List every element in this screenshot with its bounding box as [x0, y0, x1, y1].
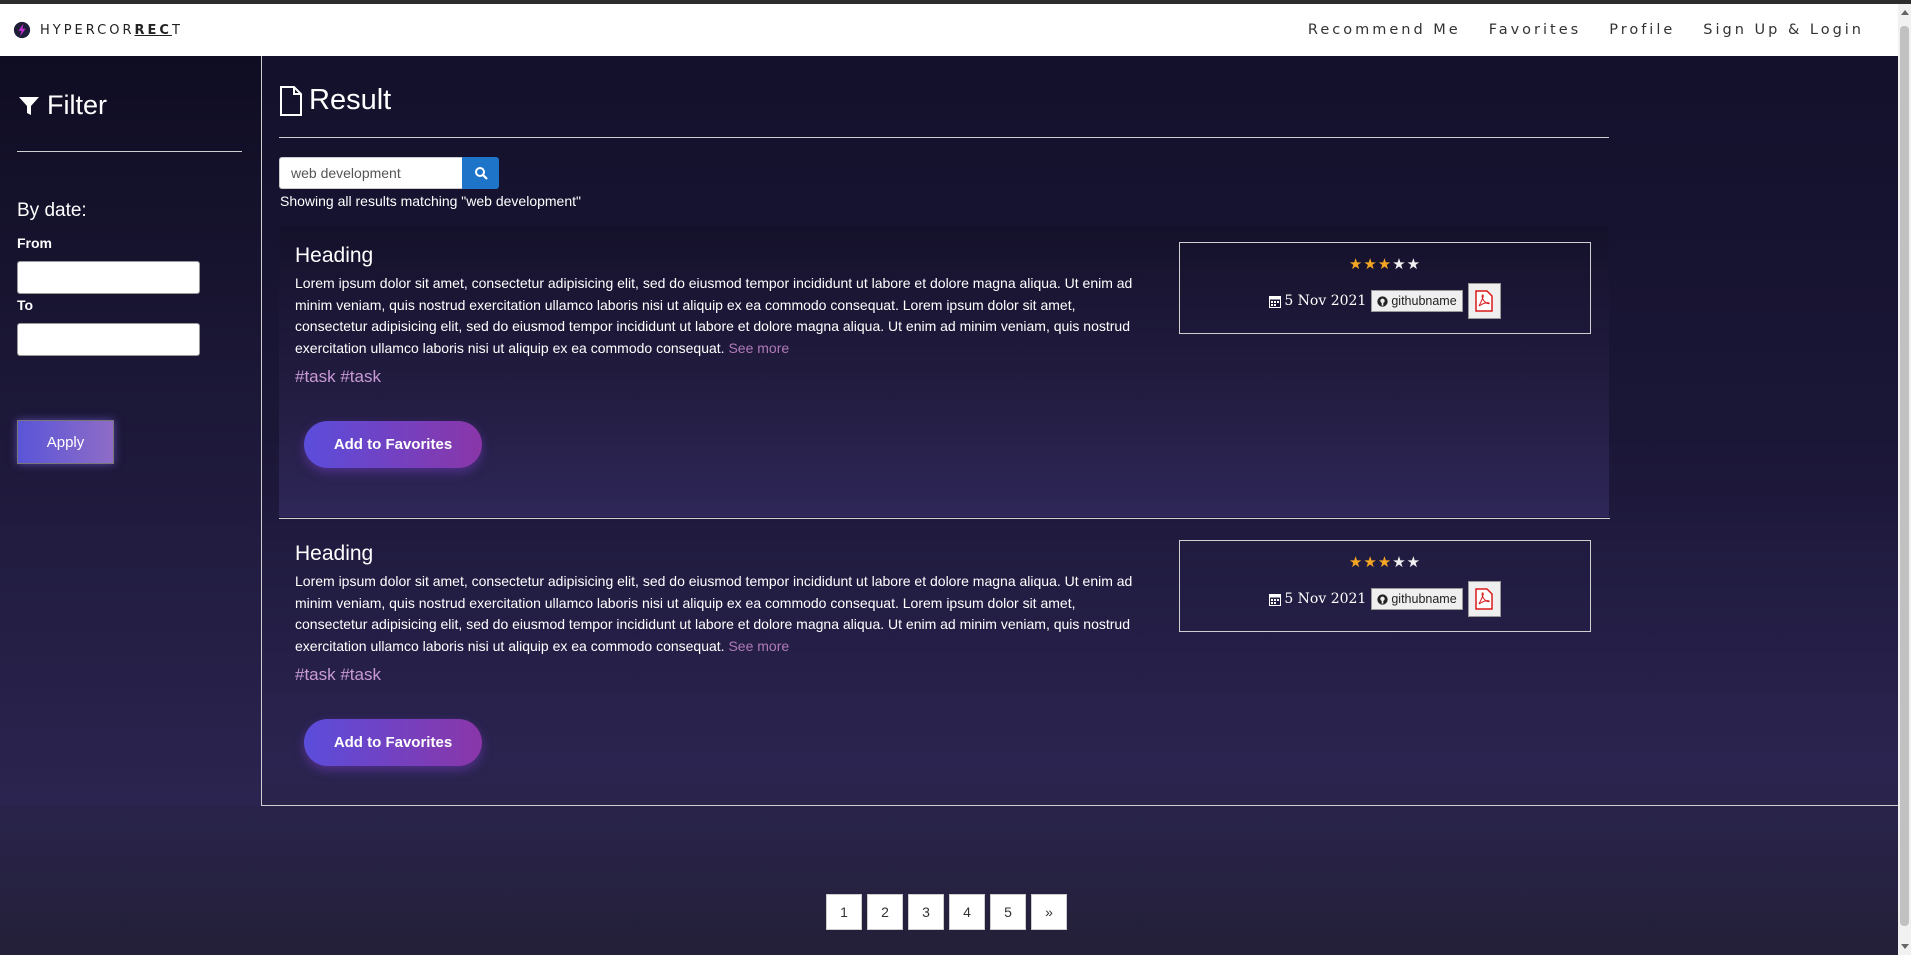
card-divider — [279, 518, 1610, 519]
result-card: Heading Lorem ipsum dolor sit amet, cons… — [279, 226, 1609, 517]
star-empty-icon: ★ — [1392, 256, 1407, 273]
nav-favorites[interactable]: Favorites — [1489, 22, 1582, 38]
filter-title: Filter — [17, 90, 107, 121]
scroll-up-arrow-icon[interactable] — [1901, 10, 1909, 15]
card-heading: Heading — [295, 542, 374, 565]
result-title-text: Result — [309, 84, 392, 116]
apply-button[interactable]: Apply — [17, 420, 114, 464]
see-more-link[interactable]: See more — [728, 638, 789, 654]
filter-icon — [19, 96, 39, 115]
scrollbar-thumb[interactable] — [1900, 26, 1909, 926]
meta-row: 5 Nov 2021 githubname — [1180, 283, 1590, 319]
card-tags[interactable]: #task #task — [295, 367, 381, 387]
nav-recommend-me[interactable]: Recommend Me — [1308, 22, 1461, 38]
star-empty-icon: ★ — [1406, 554, 1422, 571]
search-button[interactable] — [462, 157, 499, 189]
card-date: 5 Nov 2021 — [1269, 591, 1366, 607]
from-label: From — [17, 235, 52, 251]
search-icon — [474, 167, 488, 180]
calendar-icon — [1269, 593, 1282, 606]
filter-title-text: Filter — [47, 90, 107, 120]
star-filled-icon: ★ — [1377, 554, 1393, 571]
scroll-down-arrow-icon[interactable] — [1901, 944, 1909, 949]
result-divider — [279, 137, 1609, 138]
pdf-button[interactable] — [1467, 283, 1501, 319]
card-body-text: Lorem ipsum dolor sit amet, consectetur … — [295, 573, 1133, 654]
next-page-button[interactable]: » — [1031, 894, 1067, 930]
github-icon — [1377, 593, 1388, 605]
to-date-input[interactable] — [17, 323, 200, 356]
search-box: web development — [279, 157, 499, 189]
github-icon — [1377, 295, 1388, 307]
results-panel: Result web development Showing all resul… — [262, 56, 1898, 806]
add-to-favorites-button[interactable]: Add to Favorites — [304, 719, 482, 766]
card-description: Lorem ipsum dolor sit amet, consectetur … — [295, 571, 1151, 657]
star-empty-icon: ★ — [1392, 554, 1407, 571]
from-date-input[interactable] — [17, 261, 200, 294]
calendar-icon — [1269, 295, 1282, 308]
card-heading: Heading — [295, 244, 374, 267]
meta-row: 5 Nov 2021 githubname — [1180, 581, 1590, 617]
star-filled-icon: ★ — [1363, 256, 1378, 273]
github-button[interactable]: githubname — [1371, 290, 1463, 312]
navbar: HYPERCORRECT Recommend Me Favorites Prof… — [0, 4, 1898, 56]
brand-name: HYPERCORRECT — [40, 22, 183, 38]
star-filled-icon: ★ — [1363, 554, 1378, 571]
star-empty-icon: ★ — [1406, 256, 1422, 273]
brand[interactable]: HYPERCORRECT — [13, 21, 183, 39]
github-name: githubname — [1391, 294, 1457, 308]
page-scrollbar[interactable] — [1898, 4, 1911, 955]
card-date-text: 5 Nov 2021 — [1284, 293, 1367, 309]
by-date-heading: By date: — [17, 200, 87, 221]
results-summary: Showing all results matching "web develo… — [280, 193, 581, 209]
page-5-button[interactable]: 5 — [990, 894, 1026, 930]
github-button[interactable]: githubname — [1371, 588, 1463, 610]
add-to-favorites-button[interactable]: Add to Favorites — [304, 421, 482, 468]
page-4-button[interactable]: 4 — [949, 894, 985, 930]
result-title: Result — [279, 84, 391, 117]
nav-sign-up-login[interactable]: Sign Up & Login — [1703, 22, 1864, 38]
pdf-icon — [1475, 588, 1493, 610]
rating-stars: ★★★★★ — [1180, 255, 1590, 273]
search-input[interactable]: web development — [279, 157, 462, 189]
rating-stars: ★★★★★ — [1180, 553, 1590, 571]
lightning-circle-icon — [13, 21, 31, 39]
sidebar-divider — [17, 151, 242, 152]
pdf-button[interactable] — [1467, 581, 1501, 617]
page-1-button[interactable]: 1 — [826, 894, 862, 930]
result-card: Heading Lorem ipsum dolor sit amet, cons… — [279, 524, 1609, 815]
star-filled-icon: ★ — [1348, 256, 1364, 273]
card-body-text: Lorem ipsum dolor sit amet, consectetur … — [295, 275, 1133, 356]
nav-links: Recommend Me Favorites Profile Sign Up &… — [1280, 22, 1864, 38]
to-label: To — [17, 297, 34, 313]
card-date-text: 5 Nov 2021 — [1284, 591, 1367, 607]
pdf-icon — [1475, 290, 1493, 312]
nav-profile[interactable]: Profile — [1609, 22, 1675, 38]
star-filled-icon: ★ — [1348, 554, 1364, 571]
github-name: githubname — [1391, 592, 1457, 606]
card-meta-box: ★★★★★ 5 Nov 2021 githubname — [1179, 540, 1591, 632]
page-2-button[interactable]: 2 — [867, 894, 903, 930]
page-3-button[interactable]: 3 — [908, 894, 944, 930]
see-more-link[interactable]: See more — [728, 340, 789, 356]
card-meta-box: ★★★★★ 5 Nov 2021 githubname — [1179, 242, 1591, 334]
pagination: 1 2 3 4 5 » — [826, 894, 1072, 930]
document-icon — [280, 85, 302, 116]
card-tags[interactable]: #task #task — [295, 665, 381, 685]
card-description: Lorem ipsum dolor sit amet, consectetur … — [295, 273, 1151, 359]
star-filled-icon: ★ — [1377, 256, 1393, 273]
card-date: 5 Nov 2021 — [1269, 293, 1366, 309]
filter-sidebar: Filter By date: From To Apply — [0, 56, 262, 806]
